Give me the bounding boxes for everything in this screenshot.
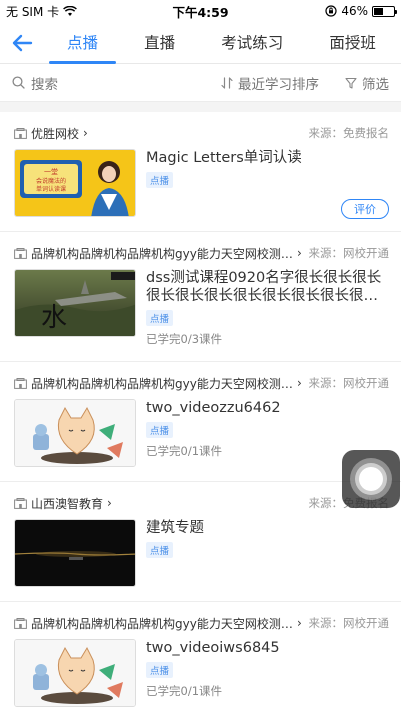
tab-face-class[interactable]: 面授班 — [325, 22, 380, 64]
status-bar: 无 SIM 卡 下午4:59 46% — [0, 0, 401, 22]
sort-button[interactable]: 最近学习排序 — [221, 73, 319, 93]
school-icon — [14, 617, 27, 629]
tab-exam-practice[interactable]: 考试练习 — [217, 22, 287, 64]
course-source: 来源：网校开通 — [308, 616, 390, 630]
course-source: 来源：网校开通 — [308, 246, 390, 260]
chevron-right-icon: › — [297, 246, 302, 260]
filter-button[interactable]: 筛选 — [345, 73, 389, 93]
school-link[interactable]: 品牌机构品牌机构品牌机构gyy能力天空网校测试... › — [14, 615, 302, 632]
school-name: 优胜网校 — [31, 126, 80, 141]
filter-label: 筛选 — [362, 76, 389, 93]
school-name: 品牌机构品牌机构品牌机构gyy能力天空网校测试... — [31, 376, 293, 391]
course-thumbnail[interactable] — [14, 399, 136, 467]
course-thumbnail[interactable]: 水 — [14, 269, 136, 337]
course-thumbnail[interactable]: 一堂 会说魔法的 单词认读课 — [14, 149, 136, 217]
school-link[interactable]: 优胜网校 › — [14, 125, 88, 142]
chevron-right-icon: › — [297, 616, 302, 630]
school-link[interactable]: 山西澳智教育 › — [14, 495, 112, 512]
course-type-badge: 点播 — [146, 310, 174, 326]
sort-icon — [221, 76, 233, 89]
section-spacer — [0, 102, 401, 112]
course-progress: 已学完0/1课件 — [146, 684, 223, 698]
course-type-badge: 点播 — [146, 172, 174, 188]
school-name: 品牌机构品牌机构品牌机构gyy能力天空网校测试... — [31, 616, 293, 631]
course-card[interactable]: 品牌机构品牌机构品牌机构gyy能力天空网校测试... › 来源：网校开通 two… — [0, 370, 401, 482]
course-type-badge: 点播 — [146, 542, 174, 558]
funnel-icon — [345, 77, 357, 89]
course-title: dss测试课程0920名字很长很长很长很长很长很长很长很长很长很长很长很... — [146, 270, 382, 304]
course-list: 优胜网校 › 来源：免费报名 一堂 会说魔法的 单词认读课 Magic Lett… — [0, 120, 401, 714]
course-card[interactable]: 品牌机构品牌机构品牌机构gyy能力天空网校测试... › 来源：网校开通 two… — [0, 610, 401, 714]
carrier-label: 无 SIM 卡 — [6, 4, 60, 19]
back-arrow-icon — [12, 34, 33, 51]
rate-button[interactable]: 评价 — [341, 199, 389, 219]
svg-text:单词认读课: 单词认读课 — [36, 185, 66, 193]
course-source: 来源：免费报名 — [308, 126, 390, 140]
course-thumbnail[interactable] — [14, 639, 136, 707]
back-button[interactable] — [0, 22, 44, 64]
filter-bar: 搜索 最近学习排序 筛选 — [0, 64, 401, 102]
course-title: two_videoiws6845 — [146, 640, 280, 656]
course-title: two_videozzu6462 — [146, 400, 281, 416]
course-source: 来源：网校开通 — [308, 376, 390, 390]
chevron-right-icon: › — [107, 496, 112, 510]
school-icon — [14, 377, 27, 389]
school-link[interactable]: 品牌机构品牌机构品牌机构gyy能力天空网校测试... › — [14, 245, 302, 262]
chevron-right-icon: › — [297, 376, 302, 390]
course-thumbnail[interactable] — [14, 519, 136, 587]
assistive-touch-button[interactable] — [342, 450, 400, 508]
course-card[interactable]: 山西澳智教育 › 来源：免费报名 建筑专题 点播 — [0, 490, 401, 602]
course-card[interactable]: 优胜网校 › 来源：免费报名 一堂 会说魔法的 单词认读课 Magic Lett… — [0, 120, 401, 232]
wifi-icon — [63, 5, 78, 16]
tab-live[interactable]: 直播 — [140, 22, 179, 64]
search-box[interactable]: 搜索 — [12, 73, 221, 93]
battery-percent: 46% — [341, 4, 368, 18]
tab-bar: 点播 直播 考试练习 面授班 — [44, 22, 401, 64]
course-type-badge: 点播 — [146, 662, 174, 678]
svg-text:会说魔法的: 会说魔法的 — [36, 177, 66, 185]
course-title: 建筑专题 — [146, 520, 204, 536]
school-link[interactable]: 品牌机构品牌机构品牌机构gyy能力天空网校测试... › — [14, 375, 302, 392]
svg-text:水: 水 — [41, 303, 67, 333]
chevron-right-icon: › — [83, 126, 88, 140]
search-icon — [12, 76, 25, 89]
top-nav: 点播 直播 考试练习 面授班 — [0, 22, 401, 64]
school-name: 山西澳智教育 — [31, 496, 104, 511]
school-icon — [14, 127, 27, 139]
course-type-badge: 点播 — [146, 422, 174, 438]
course-title: Magic Letters单词认读 — [146, 150, 302, 166]
svg-text:一堂: 一堂 — [44, 167, 58, 176]
tab-vod[interactable]: 点播 — [49, 22, 117, 64]
sort-label: 最近学习排序 — [238, 76, 319, 93]
battery-icon — [372, 5, 397, 17]
course-card[interactable]: 品牌机构品牌机构品牌机构gyy能力天空网校测试... › 来源：网校开通 水 d… — [0, 240, 401, 362]
school-icon — [14, 497, 27, 509]
clock: 下午4:59 — [172, 4, 229, 20]
rotation-lock-icon — [325, 5, 337, 17]
school-icon — [14, 247, 27, 259]
search-placeholder: 搜索 — [31, 76, 58, 93]
course-progress: 已学完0/3课件 — [146, 332, 223, 346]
school-name: 品牌机构品牌机构品牌机构gyy能力天空网校测试... — [31, 246, 293, 261]
